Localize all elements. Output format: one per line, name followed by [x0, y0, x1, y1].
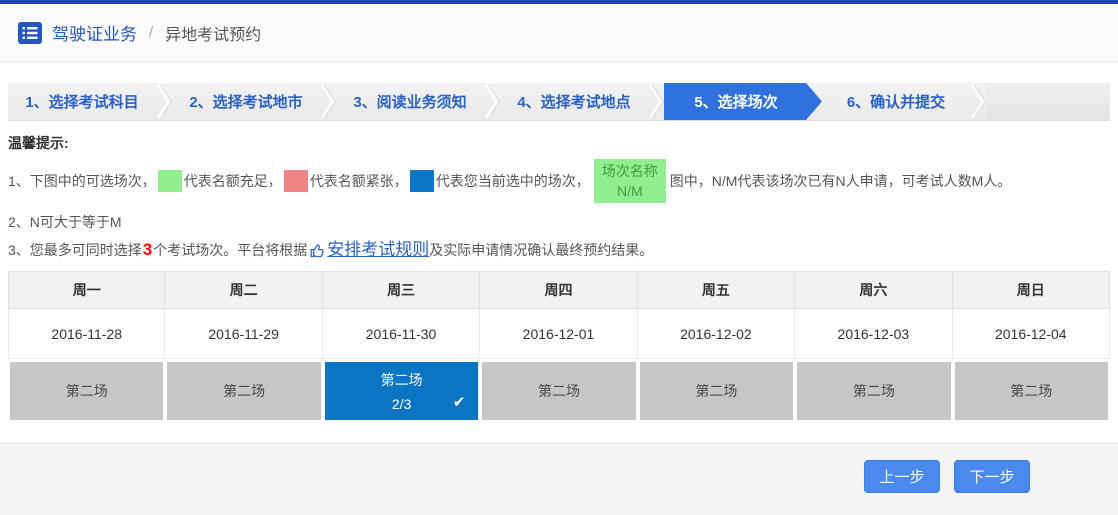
prev-step-button[interactable]: 上一步 — [864, 460, 940, 493]
tab-step-1[interactable]: 1、选择考试科目 — [8, 83, 156, 120]
tip1-pre-text: 1、下图中的可选场次， — [8, 171, 156, 191]
session-cell-wed-selected[interactable]: 第二场 2/3 ✔ — [325, 362, 478, 420]
weekday-header: 周日 — [953, 271, 1110, 309]
session-cell-thu[interactable]: 第二场 — [482, 362, 635, 420]
tip1-red-text: 代表名额紧张， — [310, 171, 408, 191]
session-label: 第二场 — [381, 370, 423, 390]
tip1-post-text: 图中，N/M代表该场次已有N人申请，可考试人数M人。 — [670, 171, 1011, 191]
date-cell: 2016-11-29 — [165, 309, 322, 359]
chevron-separator-icon — [484, 83, 500, 120]
date-cell: 2016-12-02 — [638, 309, 795, 359]
session-quota: 2/3 — [392, 396, 411, 412]
session-cell-sat[interactable]: 第二场 — [797, 362, 950, 420]
quota-sufficient-swatch — [158, 170, 182, 192]
quota-tight-swatch — [284, 170, 308, 192]
session-sample-box: 场次名称 N/M — [594, 159, 666, 203]
checkmark-icon: ✔ — [453, 393, 466, 411]
date-cell: 2016-11-30 — [323, 309, 480, 359]
tips-section: 温馨提示: 1、下图中的可选场次， 代表名额充足， 代表名额紧张， 代表您当前选… — [8, 133, 1110, 263]
session-cell-mon[interactable]: 第二场 — [10, 362, 163, 420]
weekday-header: 周五 — [638, 271, 795, 309]
chevron-separator-icon — [648, 83, 664, 120]
weekday-header: 周三 — [323, 271, 480, 309]
chevron-separator-icon — [970, 83, 986, 120]
breadcrumb-separator: / — [149, 24, 153, 41]
tabbar-filler — [986, 83, 1110, 120]
tip3-mid-text: 个考试场次。平台将根据 — [153, 237, 307, 263]
weekday-header: 周六 — [795, 271, 952, 309]
date-cell: 2016-11-28 — [8, 309, 165, 359]
chevron-separator-icon — [156, 83, 172, 120]
next-step-button[interactable]: 下一步 — [954, 460, 1030, 493]
tip1-blue-text: 代表您当前选中的场次， — [436, 171, 590, 191]
session-cell-sun[interactable]: 第二场 — [955, 362, 1108, 420]
weekday-header: 周二 — [165, 271, 322, 309]
tips-heading: 温馨提示: — [8, 133, 1110, 153]
current-selected-swatch — [410, 170, 434, 192]
weekday-header: 周一 — [8, 271, 165, 309]
tip3-pre-text: 3、您最多可同时选择 — [8, 237, 142, 263]
tip1-green-text: 代表名额充足， — [184, 171, 282, 191]
session-row: 第二场 第二场 第二场 2/3 ✔ 第二场 第二场 第二场 第二场 — [8, 359, 1110, 423]
footer-bar: 上一步 下一步 — [0, 443, 1118, 515]
session-sample-title: 场次名称 — [602, 161, 658, 181]
breadcrumb-business-type[interactable]: 驾驶证业务 — [52, 20, 137, 45]
tab-step-5-active[interactable]: 5、选择场次 — [664, 83, 822, 120]
page-header: 驾驶证业务 / 异地考试预约 — [0, 4, 1118, 62]
tab-step-2[interactable]: 2、选择考试地市 — [172, 83, 320, 120]
tab-step-6[interactable]: 6、确认并提交 — [822, 83, 970, 120]
chevron-separator-icon — [320, 83, 336, 120]
session-schedule-table: 周一 周二 周三 周四 周五 周六 周日 2016-11-28 2016-11-… — [8, 271, 1110, 423]
session-sample-value: N/M — [602, 181, 658, 201]
tip-line-1: 1、下图中的可选场次， 代表名额充足， 代表名额紧张， 代表您当前选中的场次， … — [8, 157, 1110, 205]
tip-line-3: 3、您最多可同时选择 3 个考试场次。平台将根据 安排考试规则 及实际申请情况确… — [8, 237, 1110, 263]
thumb-up-icon — [309, 242, 326, 259]
tab-step-4[interactable]: 4、选择考试地点 — [500, 83, 648, 120]
date-row: 2016-11-28 2016-11-29 2016-11-30 2016-12… — [8, 309, 1110, 359]
tip3-post-text: 及实际申请情况确认最终预约结果。 — [429, 237, 653, 263]
date-cell: 2016-12-04 — [953, 309, 1110, 359]
tip-line-2: 2、N可大于等于M — [8, 211, 1110, 233]
list-icon — [18, 22, 42, 44]
session-cell-fri[interactable]: 第二场 — [640, 362, 793, 420]
breadcrumb-current-page: 异地考试预约 — [165, 21, 261, 45]
session-cell-tue[interactable]: 第二场 — [167, 362, 320, 420]
weekday-header: 周四 — [480, 271, 637, 309]
date-cell: 2016-12-01 — [480, 309, 637, 359]
date-cell: 2016-12-03 — [795, 309, 952, 359]
exam-rule-link[interactable]: 安排考试规则 — [327, 237, 429, 263]
step-tabbar: 1、选择考试科目 2、选择考试地市 3、阅读业务须知 4、选择考试地点 5、选择… — [8, 83, 1110, 121]
max-session-count: 3 — [142, 237, 153, 263]
tab-step-3[interactable]: 3、阅读业务须知 — [336, 83, 484, 120]
weekday-header-row: 周一 周二 周三 周四 周五 周六 周日 — [8, 271, 1110, 309]
